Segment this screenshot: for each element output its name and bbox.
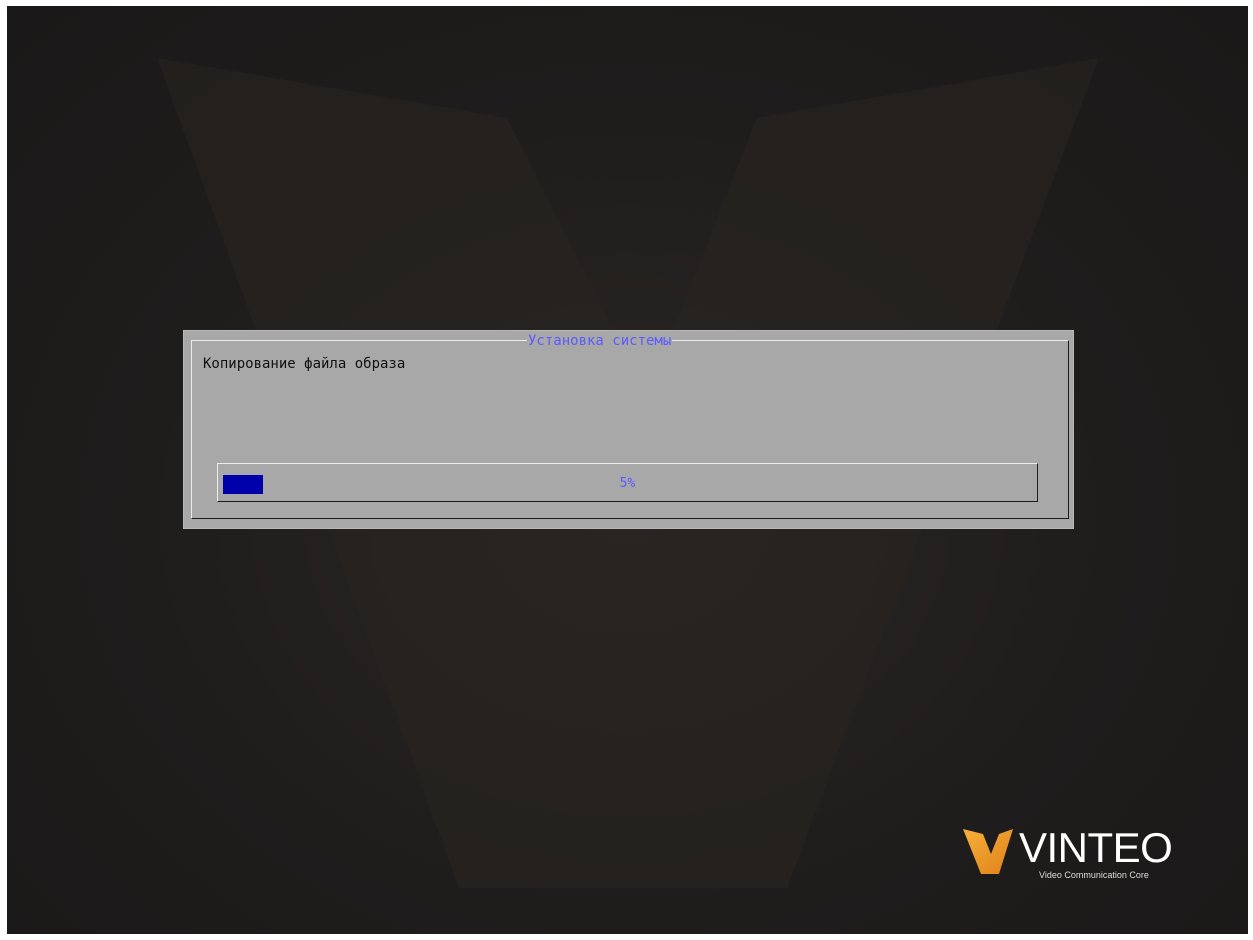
brand-name: VINTEO bbox=[1019, 824, 1173, 871]
vinteo-logo: VINTEO Video Communication Core bbox=[961, 824, 1201, 884]
dialog-title: Установка системы bbox=[527, 333, 673, 349]
status-message: Копирование файла образа bbox=[203, 356, 406, 372]
progress-percent-label: 5% bbox=[619, 476, 636, 491]
installer-screen: Установка системы Копирование файла обра… bbox=[7, 6, 1248, 934]
progress-bar: 5% bbox=[217, 463, 1038, 502]
install-dialog: Установка системы Копирование файла обра… bbox=[184, 331, 1073, 528]
v-logo-icon bbox=[963, 829, 1013, 874]
brand-tagline: Video Communication Core bbox=[1039, 870, 1149, 880]
